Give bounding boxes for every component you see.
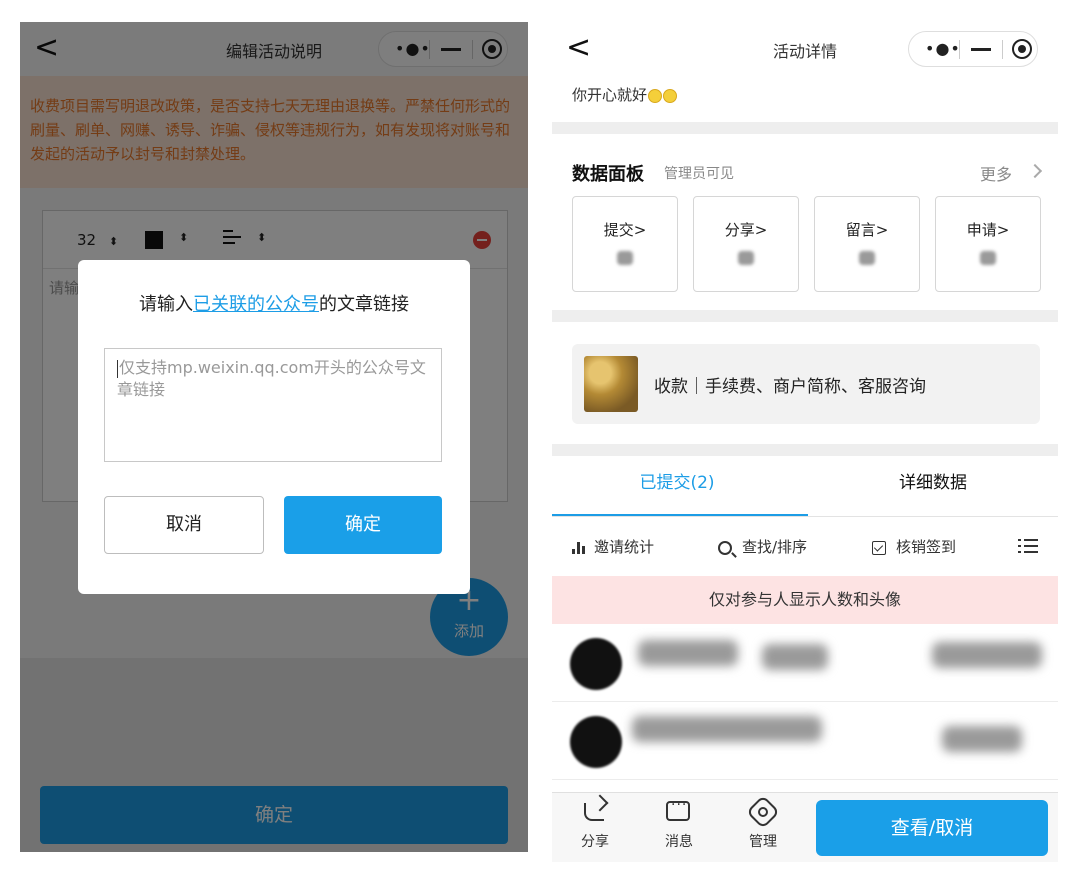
article-link-input[interactable]: 仅支持mp.weixin.qq.com开头的公众号文章链接: [104, 348, 442, 462]
stat-label: 提交>: [603, 221, 647, 239]
view-cancel-button[interactable]: 查看/取消: [816, 800, 1048, 856]
participant-row[interactable]: [552, 702, 1058, 780]
stat-card-share[interactable]: 分享>: [693, 196, 799, 292]
smile-emoji-icon: [663, 88, 678, 103]
stat-value-redacted: [617, 251, 633, 265]
dialog-title-prefix: 请输入: [139, 294, 193, 315]
stat-value-redacted: [738, 251, 754, 265]
payment-entry[interactable]: 收款｜手续费、商户简称、客服咨询: [572, 344, 1040, 424]
section-divider: [552, 444, 1058, 456]
redacted-text: [932, 642, 1042, 668]
tab-border: [552, 516, 1058, 517]
close-target-icon[interactable]: [1012, 39, 1032, 59]
data-panel-title: 数据面板: [572, 164, 644, 185]
participant-row[interactable]: [552, 624, 1058, 702]
article-link-dialog: 请输入已关联的公众号的文章链接 仅支持mp.weixin.qq.com开头的公众…: [78, 260, 470, 594]
privacy-notice: 仅对参与人显示人数和头像: [552, 576, 1058, 624]
message-label: 消息: [665, 834, 693, 850]
avatar-redacted: [570, 716, 622, 768]
more-link[interactable]: 更多: [980, 161, 1012, 185]
text-caret: [117, 359, 118, 378]
screenshot-stage: < 编辑活动说明 •●• 收费项目需写明退改政策，是否支持七天无理由退换等。严禁…: [0, 0, 1080, 884]
verify-checkin-label: 核销签到: [896, 538, 957, 556]
avatar-redacted: [570, 638, 622, 690]
description-text: 你开心就好: [572, 84, 678, 105]
section-divider: [552, 310, 1058, 322]
bar-chart-icon: [572, 541, 586, 554]
search-sort-label: 查找/排序: [742, 538, 808, 556]
invite-stats-button[interactable]: 邀请统计: [572, 536, 654, 557]
share-tab[interactable]: 分享: [570, 799, 620, 851]
payment-text: 收款｜手续费、商户简称、客服咨询: [654, 377, 926, 397]
right-navbar: < 活动详情 •●•: [552, 22, 1058, 76]
redacted-text: [762, 644, 828, 670]
capsule-divider: [959, 40, 960, 59]
stat-card-apply[interactable]: 申请>: [935, 196, 1041, 292]
gear-icon: [746, 795, 780, 829]
coins-image: [584, 356, 638, 412]
chevron-right-icon[interactable]: [1027, 163, 1043, 179]
dialog-title: 请输入已关联的公众号的文章链接: [78, 290, 470, 316]
greeting-text: 你开心就好: [572, 86, 648, 104]
left-screen-edit-description: < 编辑活动说明 •●• 收费项目需写明退改政策，是否支持七天无理由退换等。严禁…: [20, 22, 528, 852]
search-icon: [718, 540, 732, 555]
stat-label: 分享>: [724, 221, 768, 239]
message-icon: [666, 797, 690, 821]
section-divider: [552, 122, 1058, 134]
redacted-text: [632, 716, 822, 742]
checkbox-icon: [872, 540, 886, 555]
stat-card-submit[interactable]: 提交>: [572, 196, 678, 292]
share-icon: [584, 803, 604, 821]
dialog-title-suffix: 的文章链接: [319, 294, 409, 315]
capsule-divider: [1002, 40, 1003, 59]
stat-value-redacted: [980, 251, 996, 265]
stat-label: 申请>: [966, 221, 1010, 239]
share-label: 分享: [581, 834, 609, 850]
minimize-icon[interactable]: [971, 48, 991, 51]
stat-label: 留言>: [845, 221, 889, 239]
redacted-text: [942, 726, 1022, 752]
stat-value-redacted: [859, 251, 875, 265]
manage-tab[interactable]: 管理: [738, 795, 788, 851]
right-screen-activity-details: < 活动详情 •●• 你开心就好 数据面板 管理员可见 更多 提交> 分享> 留…: [552, 22, 1058, 862]
verify-checkin-button[interactable]: 核销签到: [872, 536, 956, 557]
search-sort-button[interactable]: 查找/排序: [718, 536, 807, 557]
tab-details[interactable]: 详细数据: [808, 468, 1058, 493]
ok-button[interactable]: 确定: [284, 496, 442, 554]
data-panel-subtitle: 管理员可见: [664, 166, 734, 182]
manage-label: 管理: [749, 834, 777, 850]
mini-program-capsule: •●•: [908, 31, 1038, 67]
more-dots-icon[interactable]: •●•: [925, 39, 961, 58]
linked-account-link[interactable]: 已关联的公众号: [193, 294, 319, 315]
list-icon[interactable]: [1018, 538, 1038, 554]
tab-submitted[interactable]: 已提交(2): [552, 468, 802, 493]
smile-emoji-icon: [648, 88, 663, 103]
message-tab[interactable]: 消息: [654, 797, 704, 851]
stat-card-comment[interactable]: 留言>: [814, 196, 920, 292]
cancel-button[interactable]: 取消: [104, 496, 264, 554]
invite-stats-label: 邀请统计: [594, 538, 655, 556]
input-placeholder: 仅支持mp.weixin.qq.com开头的公众号文章链接: [117, 358, 426, 399]
redacted-text: [638, 640, 738, 666]
